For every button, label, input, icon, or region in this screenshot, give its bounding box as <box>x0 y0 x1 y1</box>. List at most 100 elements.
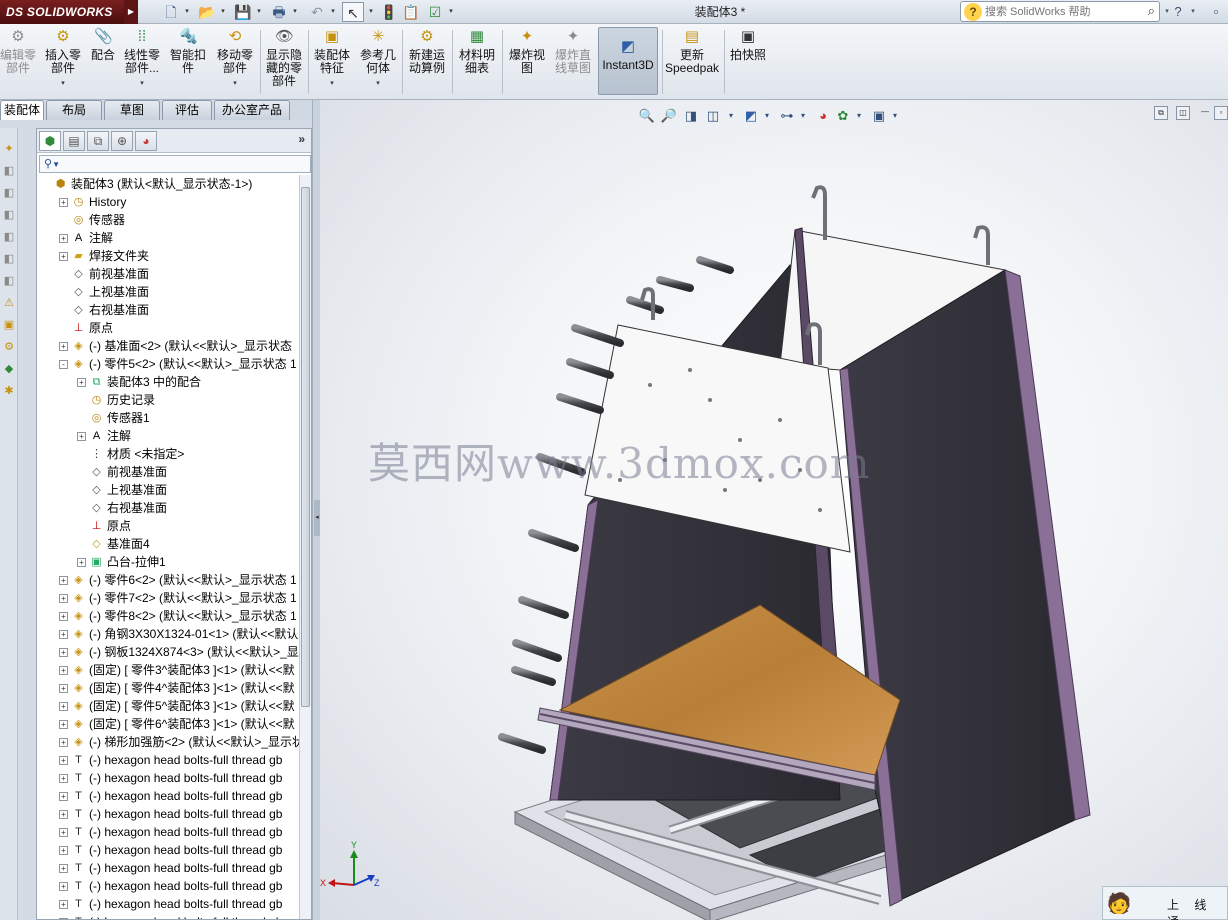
tree-item[interactable]: ◇ 右视基准面 <box>77 499 167 517</box>
new-doc-icon[interactable]: 🗋 <box>160 2 182 22</box>
tab-evaluate[interactable]: 评估 <box>162 100 212 120</box>
expand-toggle-icon[interactable]: + <box>59 648 68 658</box>
expand-toggle-icon[interactable]: + <box>59 774 68 784</box>
tree-item[interactable]: + ▣ 凸台-拉伸1 <box>77 553 166 571</box>
expand-toggle-icon[interactable]: + <box>59 846 68 856</box>
file-properties-icon[interactable]: 📋 <box>400 2 422 22</box>
undo-icon[interactable]: ↶ <box>306 2 328 22</box>
collapse-toggle-icon[interactable]: - <box>59 360 68 370</box>
open-icon[interactable]: 📂 <box>196 2 218 22</box>
expand-toggle-icon[interactable]: + <box>59 234 68 244</box>
tree-item[interactable]: + ◈ (固定) [ 零件4^装配体3 ]<1> (默认<<默 <box>59 679 295 697</box>
expand-toggle-icon[interactable]: + <box>59 882 68 892</box>
window-control-icon[interactable]: ▫ <box>1206 2 1226 22</box>
tree-item[interactable]: + ◈ (-) 梯形加强筋<2> (默认<<默认>_显示状 <box>59 733 299 751</box>
tree-scrollbar[interactable] <box>299 175 311 919</box>
expand-toggle-icon[interactable]: + <box>59 828 68 838</box>
new-doc-dropdown-icon[interactable]: ▾ <box>182 2 192 22</box>
tree-item[interactable]: ◇ 前视基准面 <box>59 265 149 283</box>
select-dropdown-icon[interactable]: ▾ <box>366 2 376 22</box>
property-manager-tab-icon[interactable]: ▤ <box>63 131 85 151</box>
expand-toggle-icon[interactable]: + <box>59 792 68 802</box>
tool-icon-11[interactable]: ◆ <box>1 360 17 378</box>
expand-toggle-icon[interactable]: + <box>59 252 68 262</box>
expand-toggle-icon[interactable]: + <box>59 738 68 748</box>
insert-component-button[interactable]: ⚙ 插入零 部件 ▾ <box>44 28 82 98</box>
explode-line-button[interactable]: ✦ 爆炸直 线草图 <box>552 28 594 98</box>
move-component-button[interactable]: ⟲ 移动零 部件 ▾ <box>214 28 256 98</box>
tree-item[interactable]: +T(-) hexagon head bolts-full thread gb <box>59 805 282 823</box>
tool-icon-10[interactable]: ⚙ <box>1 338 17 356</box>
expand-toggle-icon[interactable]: + <box>59 666 68 676</box>
tree-scroll-thumb[interactable] <box>301 187 310 707</box>
help-dropdown-icon[interactable]: ▾ <box>1188 2 1198 22</box>
expand-toggle-icon[interactable]: + <box>59 864 68 874</box>
tree-item[interactable]: + ◈ (-) 零件6<2> (默认<<默认>_显示状态 1 <box>59 571 297 589</box>
configuration-manager-tab-icon[interactable]: ⧉ <box>87 131 109 151</box>
tree-filter[interactable]: ⚲▼ <box>39 155 311 173</box>
tree-item[interactable]: + ◈ (固定) [ 零件3^装配体3 ]<1> (默认<<默 <box>59 661 295 679</box>
open-dropdown-icon[interactable]: ▾ <box>218 2 228 22</box>
insert-component-dropdown-icon[interactable]: ▾ <box>44 77 82 90</box>
tab-assembly[interactable]: 装配体 <box>0 100 44 120</box>
tab-office-products[interactable]: 办公室产品 <box>214 100 290 120</box>
save-icon[interactable]: 💾 <box>232 2 254 22</box>
tree-item[interactable]: +T(-) hexagon head bolts-full thread gb <box>59 859 282 877</box>
expand-toggle-icon[interactable]: + <box>59 918 68 919</box>
online-status-widget[interactable]: 🧑 上 线 通 <box>1102 886 1228 920</box>
select-icon[interactable]: ↖ <box>342 2 364 22</box>
tool-icon-7[interactable]: ◧ <box>1 272 17 290</box>
tree-item[interactable]: +T(-) hexagon head bolts-full thread gb <box>59 841 282 859</box>
feature-tree-tab-icon[interactable]: ⬢ <box>39 131 61 151</box>
tree-item[interactable]: + ◈ (固定) [ 零件6^装配体3 ]<1> (默认<<默 <box>59 715 295 733</box>
tree-item[interactable]: ◷ 历史记录 <box>77 391 155 409</box>
mate-button[interactable]: 📎 配合 <box>88 28 118 98</box>
tree-item[interactable]: +T(-) hexagon head bolts-full thread gb <box>59 913 282 919</box>
expand-toggle-icon[interactable]: + <box>59 612 68 622</box>
display-manager-tab-icon[interactable]: ◕ <box>135 131 157 151</box>
search-icon[interactable]: ⌕ <box>1148 3 1155 19</box>
show-hidden-button[interactable]: 👁 显示隐 藏的零 部件 <box>263 28 305 98</box>
motion-study-button[interactable]: ⚙ 新建运 动算例 <box>406 28 448 98</box>
help-search-input[interactable] <box>985 4 1135 19</box>
tool-icon-9[interactable]: ▣ <box>1 316 17 334</box>
tool-icon-1[interactable]: ✦ <box>1 140 17 158</box>
tree-item[interactable]: ◇ 前视基准面 <box>77 463 167 481</box>
expand-toggle-icon[interactable]: + <box>59 702 68 712</box>
move-component-dropdown-icon[interactable]: ▾ <box>214 77 256 90</box>
tool-icon-3[interactable]: ◧ <box>1 184 17 202</box>
tree-item[interactable]: - ◈ (-) 零件5<2> (默认<<默认>_显示状态 1 <box>59 355 297 373</box>
tree-item[interactable]: + A 注解 <box>59 229 113 247</box>
panel-splitter[interactable]: ◂ <box>312 100 320 920</box>
menu-arrow-icon[interactable]: ▶ <box>124 0 138 24</box>
tree-item[interactable]: +T(-) hexagon head bolts-full thread gb <box>59 895 282 913</box>
expand-toggle-icon[interactable]: + <box>59 756 68 766</box>
tree-item[interactable]: +T(-) hexagon head bolts-full thread gb <box>59 877 282 895</box>
snapshot-button[interactable]: ▣ 拍快照 <box>728 28 768 98</box>
linear-pattern-button[interactable]: ⁞⁞ 线性零 部件... ▾ <box>122 28 162 98</box>
assembly-model[interactable] <box>320 100 1228 920</box>
expand-toggle-icon[interactable]: + <box>59 198 68 208</box>
bom-button[interactable]: ▦ 材料明 细表 <box>456 28 498 98</box>
tree-item[interactable]: + ◈ (-) 钢板1324X874<3> (默认<<默认>_显 <box>59 643 299 661</box>
instant3d-button[interactable]: ◩ Instant3D <box>598 27 658 95</box>
linear-pattern-dropdown-icon[interactable]: ▾ <box>122 77 162 90</box>
tool-icon-2[interactable]: ◧ <box>1 162 17 180</box>
tab-sketch[interactable]: 草图 <box>104 100 160 120</box>
reference-geometry-dropdown-icon[interactable]: ▾ <box>358 77 398 90</box>
tree-item[interactable]: + ◈ (-) 角钢3X30X1324-01<1> (默认<<默认 <box>59 625 298 643</box>
tree-item[interactable]: +T(-) hexagon head bolts-full thread gb <box>59 751 282 769</box>
tree-item[interactable]: + ◈ (-) 零件8<2> (默认<<默认>_显示状态 1 <box>59 607 297 625</box>
expand-toggle-icon[interactable]: + <box>77 432 86 442</box>
expand-toggle-icon[interactable]: + <box>59 900 68 910</box>
smart-fasteners-button[interactable]: 🔩 智能扣 件 <box>168 28 208 98</box>
tree-item[interactable]: ◎ 传感器 <box>59 211 125 229</box>
expand-toggle-icon[interactable]: + <box>59 720 68 730</box>
tree-item[interactable]: + ⧉ 装配体3 中的配合 <box>77 373 201 391</box>
solidworks-logo[interactable]: DS SOLIDWORKS <box>0 0 124 24</box>
tree-item[interactable]: ◇ 上视基准面 <box>59 283 149 301</box>
tree-item[interactable]: ⊥ 原点 <box>77 517 131 535</box>
expand-toggle-icon[interactable]: + <box>59 684 68 694</box>
help-icon[interactable]: ? <box>1168 2 1188 22</box>
tool-icon-8[interactable]: ⚠ <box>1 294 17 312</box>
